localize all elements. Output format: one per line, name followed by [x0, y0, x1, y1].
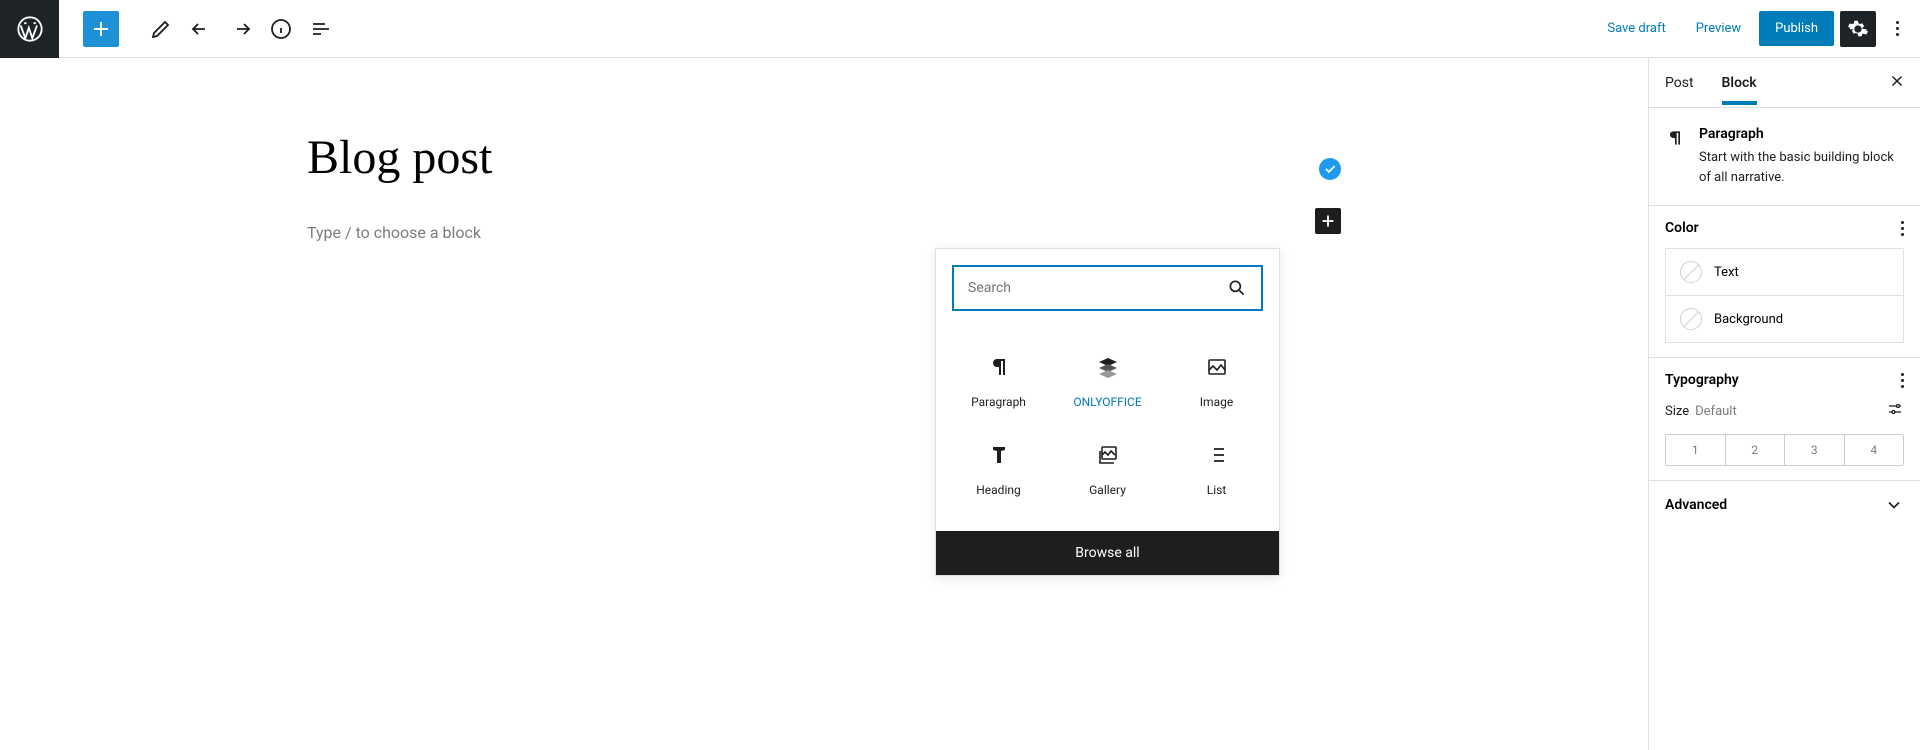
toolbar-left [0, 0, 339, 57]
undo-button[interactable] [183, 11, 219, 47]
add-block-button[interactable] [83, 11, 119, 47]
editor-canvas: Blog post Type / to choose a block Parag… [0, 58, 1649, 750]
block-item-gallery[interactable]: Gallery [1053, 425, 1162, 513]
more-vertical-icon [1896, 21, 1899, 36]
more-vertical-icon [1901, 373, 1904, 388]
tab-post[interactable]: Post [1665, 61, 1694, 105]
custom-size-toggle[interactable] [1886, 400, 1904, 422]
list-icon [1205, 443, 1229, 467]
top-toolbar: Save draft Preview Publish [0, 0, 1920, 58]
info-button[interactable] [263, 11, 299, 47]
paragraph-icon [987, 355, 1011, 379]
sliders-icon [1886, 400, 1904, 418]
chevron-down-icon [1884, 495, 1904, 515]
block-item-label: Image [1200, 395, 1233, 409]
color-panel: Color Text Background [1649, 206, 1920, 358]
color-panel-title: Color [1665, 220, 1699, 236]
save-draft-button[interactable]: Save draft [1595, 13, 1677, 44]
block-item-label: List [1207, 483, 1227, 497]
plus-icon [89, 17, 113, 41]
post-title[interactable]: Blog post [307, 130, 1648, 185]
main-area: Blog post Type / to choose a block Parag… [0, 58, 1920, 750]
block-item-label: Paragraph [971, 395, 1026, 409]
settings-sidebar: Post Block Paragraph Start with the basi… [1649, 58, 1920, 750]
block-info-desc: Start with the basic building block of a… [1699, 148, 1904, 187]
block-item-label: ONLYOFFICE [1073, 395, 1141, 409]
redo-button[interactable] [223, 11, 259, 47]
outline-button[interactable] [303, 11, 339, 47]
color-row-text[interactable]: Text [1666, 249, 1903, 295]
color-options: Text Background [1665, 248, 1904, 343]
inserter-block-grid: Paragraph ONLYOFFICE Image Heading Galle… [936, 327, 1279, 531]
block-item-onlyoffice[interactable]: ONLYOFFICE [1053, 337, 1162, 425]
color-row-background[interactable]: Background [1666, 295, 1903, 342]
gear-icon [1847, 18, 1869, 40]
font-size-control: Size Default [1665, 400, 1904, 422]
toolbar-tools [143, 11, 339, 47]
toolbar-right: Save draft Preview Publish [1595, 7, 1912, 51]
search-icon [1227, 278, 1247, 298]
accessibility-check-badge[interactable] [1319, 158, 1341, 180]
settings-button[interactable] [1840, 11, 1876, 47]
check-icon [1323, 162, 1337, 176]
block-info-text: Paragraph Start with the basic building … [1699, 126, 1904, 187]
color-row-label: Text [1714, 265, 1739, 280]
publish-button[interactable]: Publish [1759, 11, 1834, 46]
pencil-icon [149, 17, 173, 41]
size-preset-2[interactable]: 2 [1726, 435, 1786, 465]
preview-button[interactable]: Preview [1684, 13, 1753, 44]
block-item-paragraph[interactable]: Paragraph [944, 337, 1053, 425]
onlyoffice-icon [1096, 355, 1120, 379]
close-icon [1888, 72, 1906, 90]
inline-add-block-button[interactable] [1315, 208, 1341, 234]
tab-block[interactable]: Block [1722, 61, 1757, 105]
size-preset-buttons: 1 2 3 4 [1665, 434, 1904, 466]
size-label: Size [1665, 404, 1689, 419]
advanced-panel-title: Advanced [1665, 497, 1727, 513]
inserter-search[interactable] [952, 265, 1263, 311]
paragraph-icon [1665, 126, 1685, 187]
color-panel-options[interactable] [1901, 221, 1904, 236]
block-info-title: Paragraph [1699, 126, 1904, 142]
block-item-heading[interactable]: Heading [944, 425, 1053, 513]
sidebar-tabs: Post Block [1649, 58, 1920, 108]
block-item-image[interactable]: Image [1162, 337, 1271, 425]
undo-icon [189, 17, 213, 41]
empty-swatch-icon [1680, 261, 1702, 283]
size-preset-4[interactable]: 4 [1845, 435, 1904, 465]
browse-all-button[interactable]: Browse all [936, 531, 1279, 575]
block-item-label: Gallery [1089, 483, 1126, 497]
gallery-icon [1096, 443, 1120, 467]
color-row-label: Background [1714, 312, 1783, 327]
typography-panel: Typography Size Default 1 2 3 4 [1649, 358, 1920, 481]
close-panel-button[interactable] [1888, 72, 1906, 94]
empty-swatch-icon [1680, 308, 1702, 330]
block-inserter-popup: Paragraph ONLYOFFICE Image Heading Galle… [935, 248, 1280, 576]
typography-panel-options[interactable] [1901, 373, 1904, 388]
size-preset-1[interactable]: 1 [1666, 435, 1726, 465]
size-preset-3[interactable]: 3 [1785, 435, 1845, 465]
heading-icon [987, 443, 1011, 467]
wordpress-logo[interactable] [0, 0, 59, 58]
typography-panel-title: Typography [1665, 372, 1739, 388]
edit-tool-button[interactable] [143, 11, 179, 47]
block-placeholder[interactable]: Type / to choose a block [307, 223, 1648, 242]
block-info: Paragraph Start with the basic building … [1649, 108, 1920, 206]
image-icon [1205, 355, 1229, 379]
wordpress-icon [16, 15, 44, 43]
plus-icon [1317, 210, 1339, 232]
size-value: Default [1695, 404, 1737, 419]
info-icon [269, 17, 293, 41]
more-options-button[interactable] [1882, 7, 1912, 51]
list-view-icon [309, 17, 333, 41]
more-vertical-icon [1901, 221, 1904, 236]
redo-icon [229, 17, 253, 41]
advanced-panel[interactable]: Advanced [1649, 481, 1920, 529]
inserter-search-input[interactable] [968, 280, 1227, 296]
block-item-label: Heading [976, 483, 1021, 497]
block-item-list[interactable]: List [1162, 425, 1271, 513]
